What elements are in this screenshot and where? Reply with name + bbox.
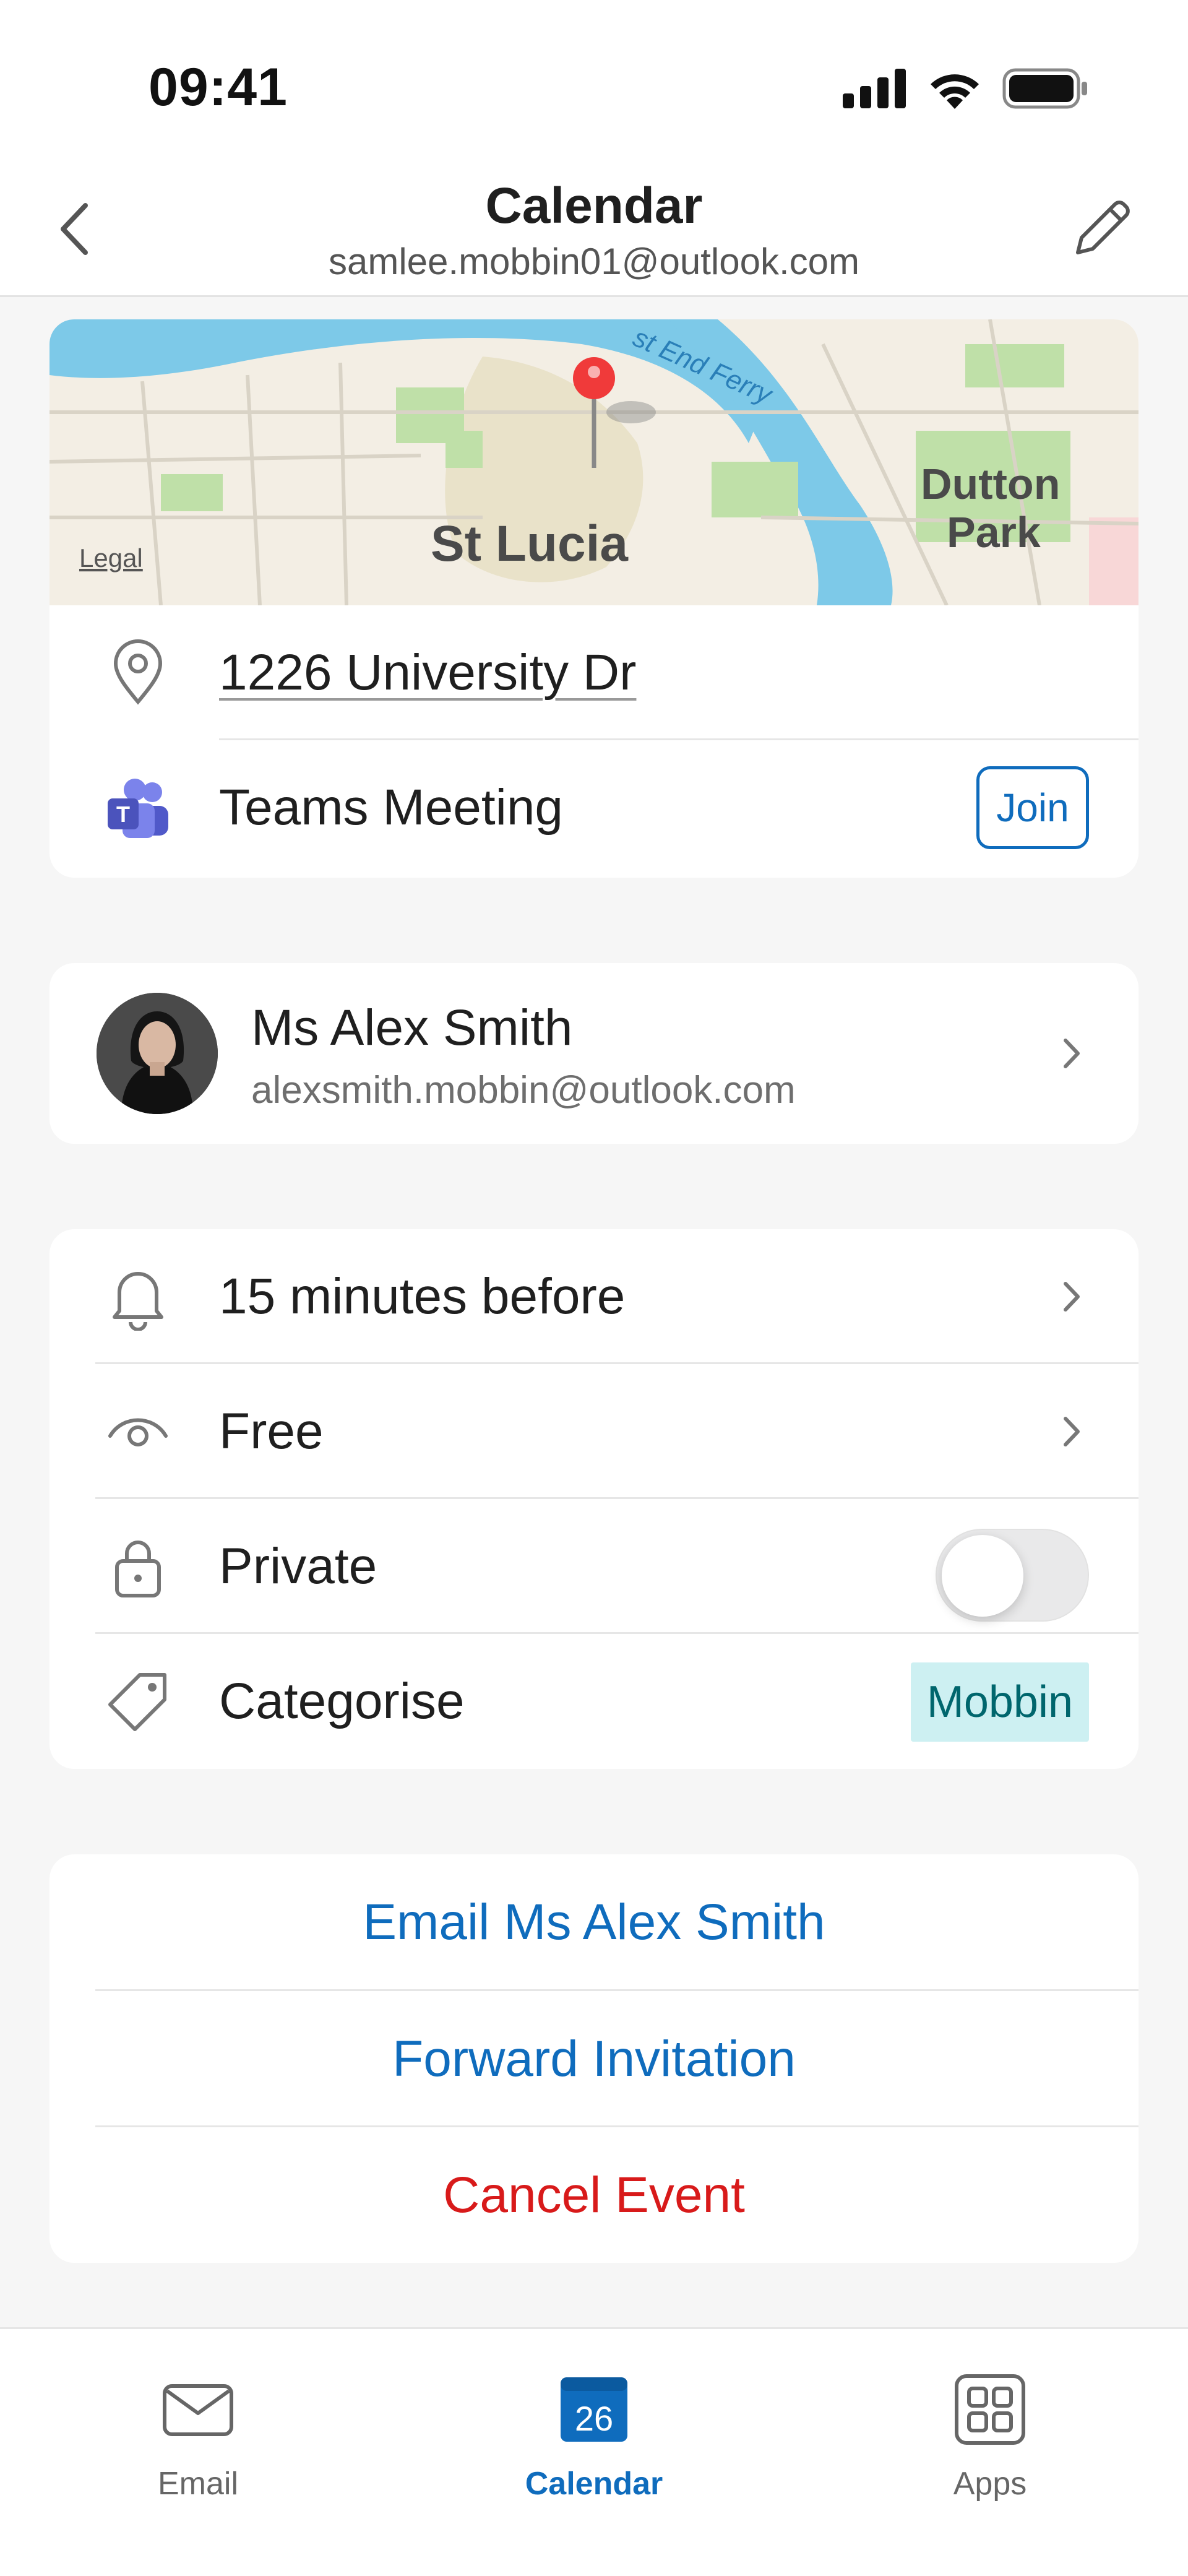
toggle-knob: [942, 1535, 1023, 1617]
event-settings-card: 15 minutes before Free Private Categoris…: [50, 1229, 1138, 1769]
tab-label: Apps: [953, 2466, 1027, 2502]
categorise-row[interactable]: Categorise Mobbin: [50, 1634, 1138, 1769]
signal-icon: [843, 69, 906, 108]
tab-label: Calendar: [525, 2466, 663, 2502]
status-icons: [843, 68, 1089, 109]
tab-email[interactable]: Email: [74, 2348, 322, 2509]
cancel-event-button[interactable]: Cancel Event: [50, 2127, 1138, 2263]
chevron-right-icon: [1064, 1282, 1080, 1312]
calendar-icon: 26: [561, 2377, 627, 2442]
page-title: Calendar: [485, 178, 703, 234]
tab-calendar[interactable]: 26 Calendar: [470, 2348, 718, 2509]
private-row: Private: [50, 1499, 1138, 1634]
location-card: St Lucia Dutton Park st End Ferry Legal …: [50, 319, 1138, 878]
tab-label: Email: [157, 2466, 239, 2502]
show-as-value: Free: [219, 1403, 324, 1459]
wifi-icon: [931, 74, 979, 109]
join-button[interactable]: Join: [976, 766, 1089, 849]
location-map[interactable]: St Lucia Dutton Park st End Ferry Legal: [50, 319, 1138, 605]
teams-meeting-label: Teams Meeting: [219, 779, 564, 836]
lock-icon: [104, 1532, 172, 1601]
status-bar: 09:41: [0, 0, 1188, 167]
forward-invitation-button[interactable]: Forward Invitation: [50, 1991, 1138, 2127]
svg-text:T: T: [116, 802, 130, 827]
chevron-right-icon: [1064, 1039, 1080, 1068]
address-row[interactable]: 1226 University Dr: [50, 605, 1138, 740]
status-time: 09:41: [148, 58, 288, 117]
organizer-email: alexsmith.mobbin@outlook.com: [251, 1069, 796, 1112]
nav-bar: Calendar samlee.mobbin01@outlook.com: [0, 167, 1188, 297]
mail-icon: [163, 2384, 233, 2436]
avatar: [97, 993, 218, 1114]
map-label-dutton: Dutton: [921, 460, 1060, 508]
email-organizer-button[interactable]: Email Ms Alex Smith: [50, 1854, 1138, 1990]
organizer-card[interactable]: Ms Alex Smith alexsmith.mobbin@outlook.c…: [50, 963, 1138, 1144]
categorise-label: Categorise: [219, 1673, 465, 1729]
account-email: samlee.mobbin01@outlook.com: [328, 241, 860, 282]
category-tag[interactable]: Mobbin: [910, 1662, 1089, 1742]
reminder-row[interactable]: 15 minutes before: [50, 1229, 1138, 1364]
apps-grid-icon: [955, 2374, 1025, 2445]
address-link[interactable]: 1226 University Dr: [219, 644, 636, 702]
bell-icon: [104, 1263, 172, 1331]
eye-icon: [104, 1398, 172, 1466]
chevron-right-icon: [1064, 1417, 1080, 1446]
tab-apps[interactable]: Apps: [866, 2348, 1114, 2509]
organizer-name: Ms Alex Smith: [251, 1000, 573, 1056]
show-as-row[interactable]: Free: [50, 1364, 1138, 1499]
edit-pencil-icon[interactable]: [1064, 192, 1138, 266]
tag-icon: [104, 1667, 172, 1735]
battery-icon: [1002, 68, 1087, 109]
teams-icon: T: [104, 774, 172, 842]
private-toggle[interactable]: [936, 1529, 1089, 1622]
map-legal-link: Legal: [79, 543, 143, 573]
map-label-st-lucia: St Lucia: [431, 516, 629, 572]
reminder-value: 15 minutes before: [219, 1268, 626, 1325]
teams-meeting-row: T Teams Meeting Join: [50, 740, 1138, 875]
private-label: Private: [219, 1538, 377, 1594]
tab-bar: Email 26 Calendar Apps: [0, 2327, 1188, 2576]
location-pin-icon: [104, 639, 172, 707]
actions-card: Email Ms Alex Smith Forward Invitation C…: [50, 1854, 1138, 2263]
map-label-park: Park: [947, 508, 1041, 556]
calendar-day-badge: 26: [575, 2399, 613, 2438]
